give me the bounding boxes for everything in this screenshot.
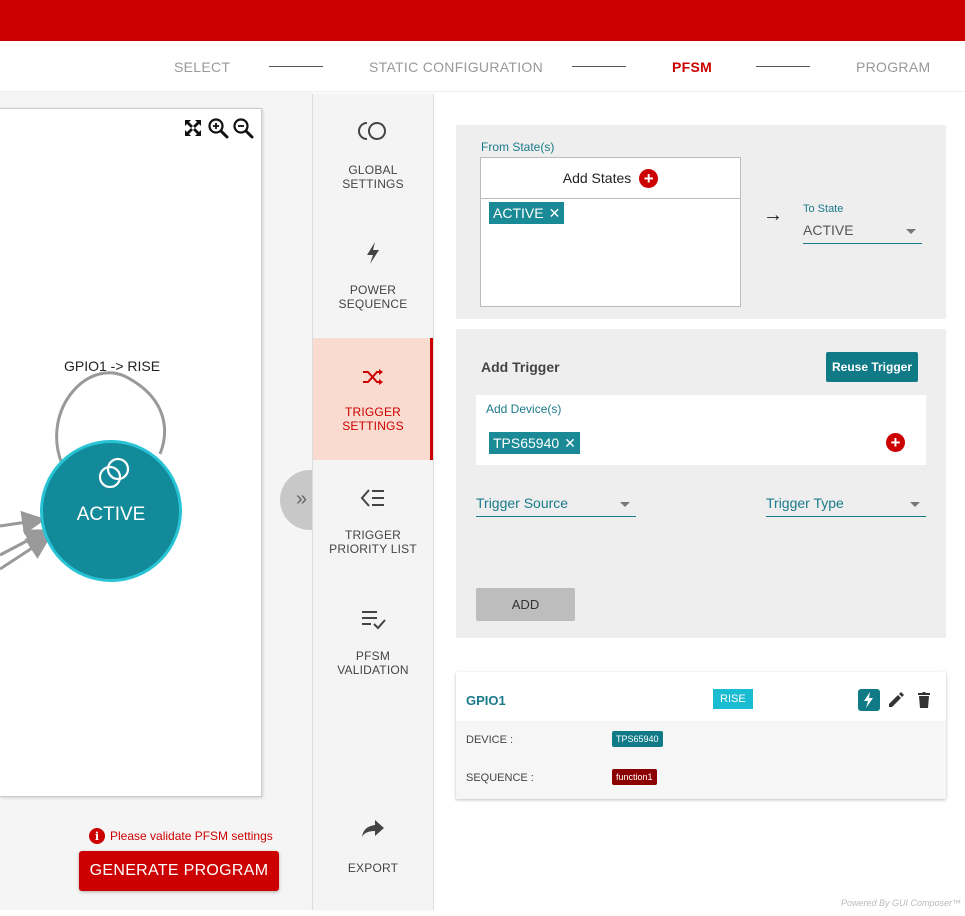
to-state-select[interactable]: ACTIVE (803, 222, 922, 244)
transition-label: GPIO1 -> RISE (64, 358, 160, 374)
from-state-chip: ACTIVE ✕ (489, 202, 564, 224)
trigger-result-card: GPIO1 RISE DEVICE : TPS65940 SEQUENCE : … (456, 672, 946, 799)
to-state-label: To State (803, 203, 843, 215)
nav-global-settings[interactable]: GLOBALSETTINGS (313, 94, 433, 216)
incoming-edge (0, 520, 40, 526)
step-divider (269, 66, 323, 67)
trigger-name: GPIO1 (466, 693, 506, 708)
add-devices-label: Add Device(s) (486, 402, 561, 416)
nav-label: EXPORT (313, 861, 433, 875)
global-settings-icon (313, 118, 433, 144)
sequence-label: SEQUENCE : (466, 772, 534, 784)
add-states-header: Add States + (481, 158, 740, 199)
nav-label: PFSMVALIDATION (313, 649, 433, 677)
dropdown-caret-icon (906, 229, 916, 234)
nav-pfsm-validation[interactable]: PFSMVALIDATION (313, 582, 433, 704)
add-trigger-title: Add Trigger (481, 359, 560, 375)
step-divider (756, 66, 810, 67)
state-cycle-icon (96, 455, 132, 491)
powered-by-footer: Powered By GUI Composer™ (841, 898, 961, 908)
priority-list-icon (313, 486, 433, 512)
nav-trigger-settings[interactable]: TRIGGERSETTINGS (313, 338, 433, 460)
lightning-action-icon[interactable] (858, 689, 880, 711)
list-check-icon (313, 608, 433, 634)
sequence-badge: function1 (612, 769, 657, 785)
share-arrow-icon (313, 816, 433, 842)
step-static-configuration[interactable]: STATIC CONFIGURATION (369, 59, 543, 75)
add-devices-box: Add Device(s) + (476, 395, 926, 465)
validation-message: Please validate PFSM settings (110, 829, 273, 843)
arrow-right-icon: → (763, 204, 783, 227)
add-trigger-button[interactable]: ADD (476, 588, 575, 621)
dropdown-caret-icon (910, 502, 920, 507)
reuse-trigger-button[interactable]: Reuse Trigger (826, 352, 918, 382)
step-pfsm[interactable]: PFSM (672, 59, 712, 75)
device-chip: TPS65940 ✕ (489, 432, 580, 454)
validation-warning: i Please validate PFSM settings (89, 828, 273, 844)
state-node-active[interactable]: ACTIVE (40, 440, 182, 582)
step-select[interactable]: SELECT (174, 59, 230, 75)
from-states-box: Add States + (480, 157, 741, 307)
delete-icon[interactable] (914, 690, 934, 710)
nav-trigger-priority-list[interactable]: TRIGGERPRIORITY LIST (313, 460, 433, 582)
nav-label: POWERSEQUENCE (313, 283, 433, 311)
top-brand-bar (0, 0, 965, 41)
from-states-label: From State(s) (481, 140, 554, 154)
chip-label: ACTIVE (493, 205, 544, 221)
nav-label: GLOBALSETTINGS (313, 163, 433, 191)
lightning-icon (313, 240, 433, 266)
trigger-type-placeholder: Trigger Type (766, 495, 844, 511)
nav-label: TRIGGERSETTINGS (313, 405, 433, 433)
double-chevron-right-icon: » (296, 488, 307, 511)
device-label: DEVICE : (466, 734, 513, 746)
to-state-value: ACTIVE (803, 222, 854, 238)
nav-label: TRIGGERPRIORITY LIST (313, 528, 433, 556)
state-node-label: ACTIVE (43, 504, 179, 526)
pfsm-nav: GLOBALSETTINGS POWERSEQUENCE TRIGGERSETT… (312, 94, 434, 910)
trigger-source-placeholder: Trigger Source (476, 495, 568, 511)
dropdown-caret-icon (620, 502, 630, 507)
trigger-source-select[interactable]: Trigger Source (476, 495, 636, 517)
shuffle-icon (313, 364, 433, 390)
generate-program-button[interactable]: GENERATE PROGRAM (79, 851, 279, 891)
edit-icon[interactable] (886, 690, 906, 710)
result-header: GPIO1 RISE (456, 672, 946, 721)
nav-export[interactable]: EXPORT (313, 794, 433, 916)
device-badge: TPS65940 (612, 731, 663, 747)
state-diagram[interactable]: GPIO1 -> RISE ACTIVE (0, 108, 262, 797)
chip-label: TPS65940 (493, 435, 559, 451)
remove-chip-icon[interactable]: ✕ (549, 205, 561, 222)
remove-chip-icon[interactable]: ✕ (564, 435, 576, 452)
step-divider (572, 66, 626, 67)
edge-badge: RISE (713, 689, 753, 709)
info-icon: i (89, 828, 105, 844)
trigger-type-select[interactable]: Trigger Type (766, 495, 926, 517)
nav-power-sequence[interactable]: POWERSEQUENCE (313, 216, 433, 338)
workflow-stepper: SELECT STATIC CONFIGURATION PFSM PROGRAM (0, 41, 965, 92)
add-states-label: Add States (563, 170, 632, 186)
step-program[interactable]: PROGRAM (856, 59, 930, 75)
add-state-plus-icon[interactable]: + (639, 169, 658, 188)
add-device-plus-icon[interactable]: + (886, 433, 905, 452)
